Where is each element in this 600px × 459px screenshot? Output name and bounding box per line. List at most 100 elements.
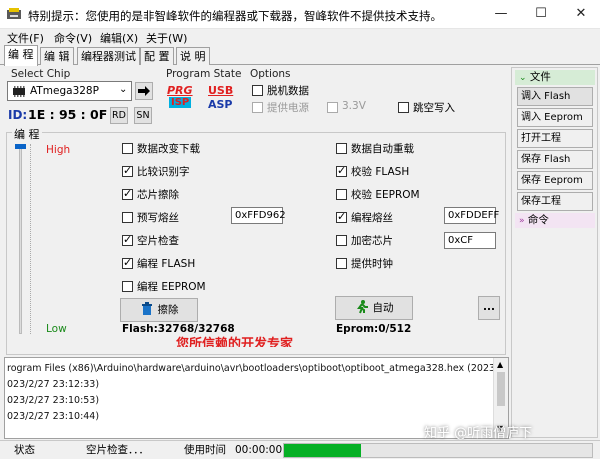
label-compare-signature: 比较识别字 — [137, 166, 190, 178]
tab-program[interactable]: 编 程 — [4, 45, 38, 66]
low-label: Low — [46, 323, 67, 335]
v33-label: 3.3V — [342, 100, 366, 112]
checkbox-compare-signature[interactable] — [122, 164, 133, 177]
tab-edit[interactable]: 编 辑 — [40, 47, 74, 65]
prg-label: PRG — [167, 84, 193, 97]
label-program-eeprom: 编程 EEPROM — [137, 281, 206, 293]
load-eeprom-button[interactable]: 调入 Eeprom — [517, 108, 593, 127]
checkbox-program-fuse[interactable] — [336, 210, 347, 223]
auto-button[interactable]: 自动 — [335, 296, 413, 320]
label-blank-check: 空片检查 — [137, 235, 179, 247]
program-group-label: 编 程 — [12, 126, 42, 142]
supply-power-checkbox[interactable] — [252, 102, 263, 113]
scroll-thumb[interactable] — [497, 372, 505, 406]
menu-command[interactable]: 命令(V) — [54, 30, 92, 46]
command-section-label: 命令 — [527, 214, 549, 226]
options-label: Options — [250, 68, 291, 80]
tab-help[interactable]: 说 明 — [176, 47, 210, 65]
encrypt-value[interactable]: 0xCF — [444, 232, 496, 249]
checkbox-blank-check[interactable] — [122, 233, 133, 246]
window-title: 特别提示：您使用的是非智峰软件的编程器或下载器，智峰软件不提供技术支持。 — [28, 9, 442, 23]
label-auto-reload: 数据自动重载 — [351, 143, 414, 155]
label-program-fuse: 编程熔丝 — [351, 212, 393, 224]
watermark: 知乎 @听雨僧庐下 — [424, 426, 533, 441]
checkbox-provide-clock[interactable] — [336, 258, 347, 269]
runner-icon — [356, 300, 368, 314]
save-flash-button[interactable]: 保存 Flash — [517, 150, 593, 169]
status-label: 状态 — [14, 444, 35, 456]
menu-file[interactable]: 文件(F) — [7, 30, 44, 46]
open-project-button[interactable]: 打开工程 — [517, 129, 593, 148]
command-section-header[interactable]: » 命令 — [515, 213, 595, 228]
usb-label: USB — [208, 84, 234, 97]
level-slider-track[interactable] — [19, 144, 22, 334]
banner-text: 您所信赖的开发专家 — [176, 337, 294, 347]
label-prewrite-fuse: 预写熔丝 — [137, 212, 179, 224]
checkbox-verify-eeprom[interactable] — [336, 189, 347, 200]
high-label: High — [46, 144, 71, 156]
label-data-change-download: 数据改变下载 — [137, 143, 200, 155]
menu-bar: 文件(F) 命令(V) 编辑(X) 关于(W) — [0, 29, 600, 45]
scroll-up-icon[interactable]: ▲ — [497, 360, 503, 369]
chevron-down-icon: ⌄ — [119, 84, 128, 95]
erase-label: 擦除 — [157, 304, 179, 316]
rd-button[interactable]: RD — [110, 107, 128, 124]
load-flash-button[interactable]: 调入 Flash — [517, 87, 593, 106]
log-line: 023/2/27 23:10:44) — [7, 411, 100, 422]
arrow-right-icon — [138, 86, 150, 96]
label-program-flash: 编程 FLASH — [137, 258, 196, 270]
program-state-label: Program State — [166, 68, 242, 80]
flash-info: Flash:32768/32768 — [122, 323, 235, 335]
checkbox-program-flash[interactable] — [122, 256, 133, 269]
program-state-indicator: PRG ISP USB ASP — [166, 82, 238, 124]
offline-data-checkbox[interactable] — [252, 85, 263, 96]
sn-button[interactable]: SN — [134, 107, 152, 124]
chip-icon — [13, 86, 25, 97]
program-fuse-value[interactable]: 0xFDDEFF — [444, 207, 499, 224]
right-panel: ⌄ 文件 调入 Flash 调入 Eeprom 打开工程 保存 Flash 保存… — [511, 67, 598, 438]
tab-config[interactable]: 配 置 — [140, 47, 174, 65]
chip-id-value: 1E : 95 : 0F — [28, 107, 108, 122]
checkbox-program-eeprom[interactable] — [122, 281, 133, 292]
trash-icon — [141, 302, 152, 315]
jump-write-checkbox[interactable] — [398, 102, 409, 113]
v33-checkbox[interactable] — [327, 102, 338, 113]
checkbox-data-change-download[interactable] — [122, 143, 133, 154]
tab-programmer-test[interactable]: 编程器测试 — [77, 47, 140, 65]
minimize-button[interactable]: — — [486, 4, 516, 24]
level-slider-thumb[interactable] — [15, 144, 26, 149]
prewrite-fuse-value[interactable]: 0xFFD962 — [231, 207, 286, 224]
more-button[interactable]: ... — [478, 296, 500, 320]
menu-about[interactable]: 关于(W) — [146, 30, 187, 46]
log-line: 023/2/27 23:12:33) — [7, 379, 100, 390]
save-eeprom-button[interactable]: 保存 Eeprom — [517, 171, 593, 190]
chip-select[interactable]: ATmega328P ⌄ — [7, 81, 132, 101]
label-verify-eeprom: 校验 EEPROM — [351, 189, 420, 201]
progress-fill — [284, 444, 361, 457]
tab-bar: 编 程 编 辑 编程器测试 配 置 说 明 — [0, 45, 600, 66]
close-button[interactable]: ✕ — [566, 4, 596, 24]
erase-button[interactable]: 擦除 — [120, 298, 198, 322]
menu-edit[interactable]: 编辑(X) — [100, 30, 138, 46]
time-label: 使用时间 — [184, 444, 226, 456]
checkbox-encrypt-chip[interactable] — [336, 235, 347, 246]
log-line: 023/2/27 23:10:53) — [7, 395, 100, 406]
label-provide-clock: 提供时钟 — [351, 258, 393, 270]
checkbox-verify-flash[interactable] — [336, 164, 347, 177]
checkbox-prewrite-fuse[interactable] — [122, 212, 133, 223]
slider-ticks — [30, 144, 34, 334]
file-section-label: 文件 — [529, 71, 551, 83]
eeprom-info: Eprom:0/512 — [336, 323, 412, 335]
program-group — [6, 132, 506, 355]
maximize-button[interactable]: ☐ — [526, 4, 556, 24]
checkbox-chip-erase[interactable] — [122, 187, 133, 200]
main-panel: Select Chip ATmega328P ⌄ ID: 1E : 95 : 0… — [4, 66, 509, 355]
file-section-header[interactable]: ⌄ 文件 — [515, 70, 595, 85]
save-project-button[interactable]: 保存工程 — [517, 192, 593, 211]
label-encrypt-chip: 加密芯片 — [351, 235, 393, 247]
checkbox-auto-reload[interactable] — [336, 143, 347, 154]
auto-label: 自动 — [372, 302, 394, 314]
apply-chip-button[interactable] — [135, 82, 153, 100]
jump-write-label: 跳空写入 — [413, 102, 455, 114]
log-line: rogram Files (x86)\Arduino\hardware\ardu… — [7, 363, 509, 374]
